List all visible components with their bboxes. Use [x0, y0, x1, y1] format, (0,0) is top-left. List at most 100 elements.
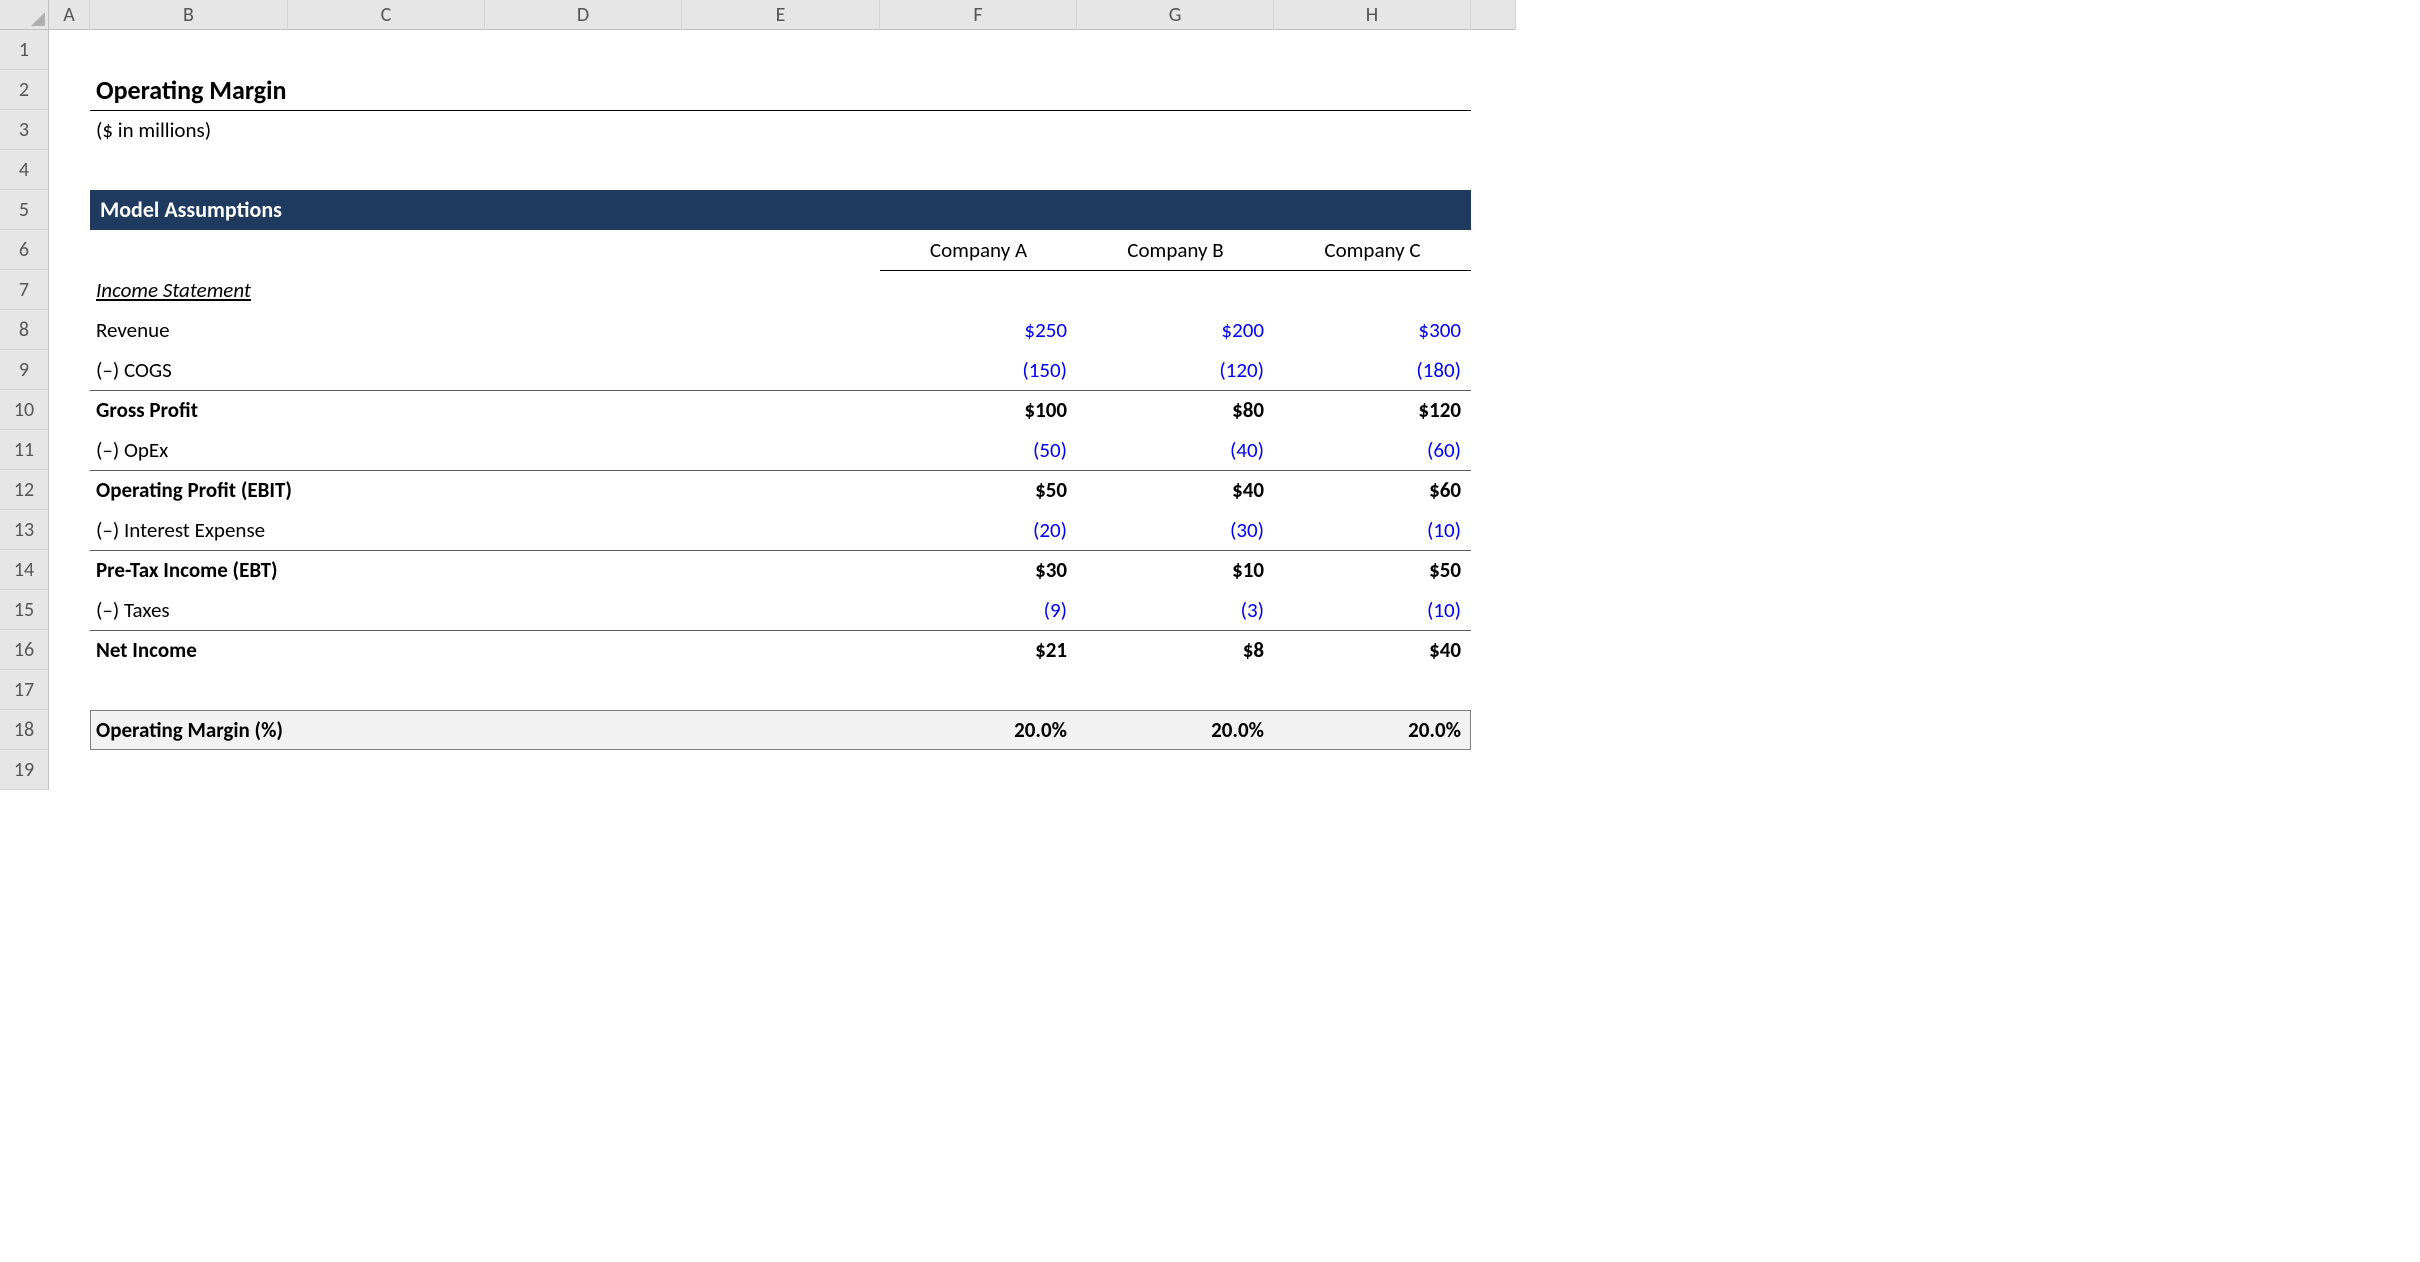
netinc-b[interactable]: $8 [1077, 630, 1274, 670]
taxes-c[interactable]: (10) [1274, 590, 1471, 630]
row-header-18[interactable]: 18 [0, 710, 48, 750]
cogs-b[interactable]: (120) [1077, 350, 1274, 390]
col-header-H[interactable]: H [1274, 0, 1471, 30]
ebit-c[interactable]: $60 [1274, 470, 1471, 510]
row-3: ($ in millions) [49, 110, 1516, 150]
label-taxes[interactable]: (–) Taxes [90, 590, 288, 630]
ebit-b[interactable]: $40 [1077, 470, 1274, 510]
col-header-F[interactable]: F [880, 0, 1077, 30]
ebt-b[interactable]: $10 [1077, 550, 1274, 590]
row-header-1[interactable]: 1 [0, 30, 48, 70]
gross-c[interactable]: $120 [1274, 390, 1471, 430]
ebt-a[interactable]: $30 [880, 550, 1077, 590]
rule-after-cogs [90, 390, 1471, 391]
label-ebit[interactable]: Operating Profit (EBIT) [90, 470, 485, 510]
row-header-6[interactable]: 6 [0, 230, 48, 270]
row-16: Net Income $21 $8 $40 [49, 630, 1516, 670]
label-opex[interactable]: (–) OpEx [90, 430, 288, 470]
opmargin-a[interactable]: 20.0% [880, 710, 1077, 750]
company-b-underline [1077, 270, 1274, 271]
section-header-label: Model Assumptions [100, 196, 282, 223]
row-11: (–) OpEx (50) (40) (60) [49, 430, 1516, 470]
label-ebt[interactable]: Pre-Tax Income (EBT) [90, 550, 485, 590]
netinc-a[interactable]: $21 [880, 630, 1077, 670]
label-opmargin[interactable]: Operating Margin (%) [90, 710, 485, 750]
row-header-13[interactable]: 13 [0, 510, 48, 550]
cogs-c[interactable]: (180) [1274, 350, 1471, 390]
label-intexp[interactable]: (–) Interest Expense [90, 510, 485, 550]
opex-c[interactable]: (60) [1274, 430, 1471, 470]
ebt-c[interactable]: $50 [1274, 550, 1471, 590]
revenue-a[interactable]: $250 [880, 310, 1077, 350]
rule-after-intexp [90, 550, 1471, 551]
row-header-16[interactable]: 16 [0, 630, 48, 670]
row-13: (–) Interest Expense (20) (30) (10) [49, 510, 1516, 550]
row-header-11[interactable]: 11 [0, 430, 48, 470]
row-header-7[interactable]: 7 [0, 270, 48, 310]
row-header-9[interactable]: 9 [0, 350, 48, 390]
row-header-2[interactable]: 2 [0, 70, 48, 110]
col-header-A[interactable]: A [49, 0, 90, 30]
row-6: Company A Company B Company C [49, 230, 1516, 270]
label-cogs[interactable]: (–) COGS [90, 350, 288, 390]
opex-a[interactable]: (50) [880, 430, 1077, 470]
gross-b[interactable]: $80 [1077, 390, 1274, 430]
row-header-5[interactable]: 5 [0, 190, 48, 230]
label-gross[interactable]: Gross Profit [90, 390, 288, 430]
row-2: Operating Margin [49, 70, 1516, 110]
row-header-8[interactable]: 8 [0, 310, 48, 350]
cogs-a[interactable]: (150) [880, 350, 1077, 390]
label-netinc[interactable]: Net Income [90, 630, 288, 670]
row-9: (–) COGS (150) (120) (180) [49, 350, 1516, 390]
intexp-c[interactable]: (10) [1274, 510, 1471, 550]
spreadsheet: A B C D E F G H 123456789101112131415161… [0, 0, 1516, 790]
row-header-3[interactable]: 3 [0, 110, 48, 150]
select-all-triangle-icon [31, 12, 45, 26]
header-company-b[interactable]: Company B [1077, 230, 1274, 270]
row-header-12[interactable]: 12 [0, 470, 48, 510]
row-15: (–) Taxes (9) (3) (10) [49, 590, 1516, 630]
header-company-a[interactable]: Company A [880, 230, 1077, 270]
cell-subtitle[interactable]: ($ in millions) [90, 110, 288, 150]
income-statement-label[interactable]: Income Statement [90, 270, 288, 310]
row-19 [49, 750, 1516, 790]
revenue-c[interactable]: $300 [1274, 310, 1471, 350]
gross-a[interactable]: $100 [880, 390, 1077, 430]
col-header-blank[interactable] [1471, 0, 1516, 30]
row-header-4[interactable]: 4 [0, 150, 48, 190]
header-company-c[interactable]: Company C [1274, 230, 1471, 270]
row-header-15[interactable]: 15 [0, 590, 48, 630]
ebit-a[interactable]: $50 [880, 470, 1077, 510]
row-header-10[interactable]: 10 [0, 390, 48, 430]
col-header-G[interactable]: G [1077, 0, 1274, 30]
taxes-b[interactable]: (3) [1077, 590, 1274, 630]
label-revenue[interactable]: Revenue [90, 310, 288, 350]
row-17 [49, 670, 1516, 710]
row-header-14[interactable]: 14 [0, 550, 48, 590]
row-headers: 12345678910111213141516171819 [0, 30, 49, 790]
row-header-19[interactable]: 19 [0, 750, 48, 790]
title-underline [90, 110, 1471, 111]
opmargin-c[interactable]: 20.0% [1274, 710, 1471, 750]
col-header-C[interactable]: C [288, 0, 485, 30]
row-4 [49, 150, 1516, 190]
taxes-a[interactable]: (9) [880, 590, 1077, 630]
col-header-E[interactable]: E [682, 0, 880, 30]
company-a-underline [880, 270, 1077, 271]
revenue-b[interactable]: $200 [1077, 310, 1274, 350]
opex-b[interactable]: (40) [1077, 430, 1274, 470]
rule-after-opex [90, 470, 1471, 471]
row-header-17[interactable]: 17 [0, 670, 48, 710]
cell-title[interactable]: Operating Margin [90, 70, 288, 110]
select-all-corner[interactable] [0, 0, 49, 30]
opmargin-b[interactable]: 20.0% [1077, 710, 1274, 750]
col-header-D[interactable]: D [485, 0, 682, 30]
intexp-a[interactable]: (20) [880, 510, 1077, 550]
row-8: Revenue $250 $200 $300 [49, 310, 1516, 350]
section-header-bar: Model Assumptions [90, 190, 1471, 230]
row-10: Gross Profit $100 $80 $120 [49, 390, 1516, 430]
grid-body[interactable]: Model Assumptions Operating Margin ($ in… [49, 30, 1516, 790]
intexp-b[interactable]: (30) [1077, 510, 1274, 550]
netinc-c[interactable]: $40 [1274, 630, 1471, 670]
col-header-B[interactable]: B [90, 0, 288, 30]
